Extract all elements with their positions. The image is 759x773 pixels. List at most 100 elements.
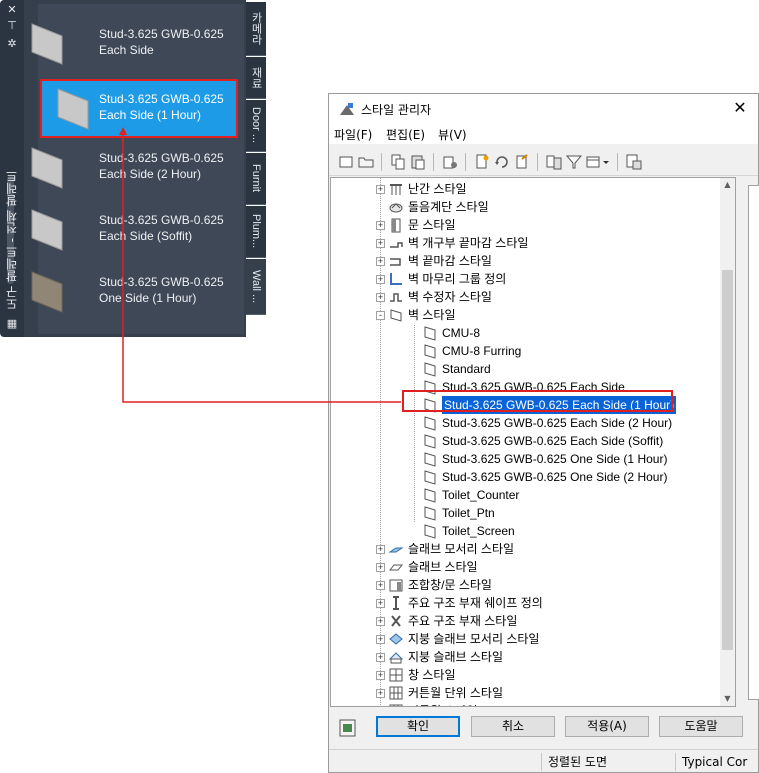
tree-item[interactable]: Toilet_Ptn — [331, 504, 721, 522]
palette-item[interactable]: Stud-3.625 GWB-0.625 Each Side (Soffit) — [16, 200, 238, 259]
tree-item[interactable]: +커튼월 스타일 — [331, 702, 721, 706]
menu-edit[interactable]: 편집(E) — [386, 126, 425, 143]
scroll-down-icon[interactable]: ▼ — [720, 692, 735, 706]
menu-view[interactable]: 뷰(V) — [438, 126, 467, 143]
wall-style-icon — [424, 452, 436, 467]
wall-style-icon — [424, 434, 436, 449]
dialog-title-bar[interactable]: 스타일 관리자 ✕ — [329, 94, 758, 124]
help-button[interactable]: 도움말 — [659, 716, 743, 737]
tab-materials[interactable]: 재료 — [246, 57, 266, 99]
wall-style-icon — [31, 209, 63, 251]
open-folder-icon[interactable] — [357, 153, 375, 171]
tool-palette: ✕ ⊤ ✲ 도구 팔레트 - 전체 팔레트 ▦ Stud-3.625 GWB-0… — [0, 0, 268, 337]
tree-item[interactable]: CMU-8 — [331, 324, 721, 342]
wall-endcap-icon — [390, 258, 401, 266]
cancel-button[interactable]: 취소 — [471, 716, 555, 737]
expand-icon[interactable]: + — [376, 545, 385, 554]
expand-icon[interactable]: + — [376, 185, 385, 194]
inline-edit-icon[interactable] — [625, 153, 643, 171]
tree-item[interactable]: CMU-8 Furring — [331, 342, 721, 360]
wall-style-icon — [424, 524, 436, 539]
expand-icon[interactable]: + — [376, 581, 385, 590]
expand-icon[interactable]: + — [376, 275, 385, 284]
palette-item-selected[interactable]: Stud-3.625 GWB-0.625 Each Side (1 Hour) — [40, 79, 238, 138]
scroll-thumb[interactable] — [722, 270, 733, 650]
tree-item[interactable]: Stud-3.625 GWB-0.625 Each Side (2 Hour) — [331, 414, 721, 432]
tree-item[interactable]: + 창 스타일 — [331, 666, 721, 684]
tab-plumbing[interactable]: Plum... — [246, 206, 266, 258]
new-drawing-icon[interactable] — [337, 153, 355, 171]
tree-item[interactable]: + 커튼월 단위 스타일 — [331, 684, 721, 702]
highlight-box — [402, 390, 673, 412]
tree-item[interactable]: + 벽 마무리 그룹 정의 — [331, 270, 721, 288]
tree-item-label: CMU-8 Furring — [442, 344, 522, 358]
wall-style-icon — [424, 344, 436, 359]
palette-item[interactable]: Stud-3.625 GWB-0.625 One Side (1 Hour) — [16, 262, 238, 321]
tree-item[interactable]: Stud-3.625 GWB-0.625 One Side (1 Hour) — [331, 450, 721, 468]
expand-icon[interactable]: + — [376, 653, 385, 662]
tree-item[interactable]: + 지붕 슬래브 스타일 — [331, 648, 721, 666]
expand-icon[interactable]: + — [376, 671, 385, 680]
collapse-icon[interactable]: - — [376, 311, 385, 320]
copy-icon[interactable] — [389, 153, 407, 171]
edit-style-icon[interactable] — [513, 153, 531, 171]
menu-file[interactable]: 파일(F) — [334, 126, 372, 143]
tree-item[interactable]: + 주요 구조 부재 쉐이프 정의 — [331, 594, 721, 612]
ok-button[interactable]: 확인 — [376, 716, 460, 737]
tree-item[interactable]: + 조합창/문 스타일 — [331, 576, 721, 594]
apply-button[interactable]: 적용(A) — [565, 716, 649, 737]
expand-icon[interactable]: + — [376, 257, 385, 266]
paste-icon[interactable] — [409, 153, 427, 171]
scroll-up-icon[interactable]: ▲ — [720, 178, 735, 192]
palette-item[interactable]: Stud-3.625 GWB-0.625 Each Side (2 Hour) — [16, 138, 238, 197]
tree-item[interactable]: + 주요 구조 부재 스타일 — [331, 612, 721, 630]
tree-item[interactable]: - 벽 스타일 — [331, 306, 721, 324]
tree-item[interactable]: Toilet_Screen — [331, 522, 721, 540]
expand-icon[interactable]: + — [376, 635, 385, 644]
tree-item[interactable]: + 벽 수정자 스타일 — [331, 288, 721, 306]
expand-icon[interactable]: + — [376, 599, 385, 608]
tree-item[interactable]: 돌음계단 스타일 — [331, 198, 721, 216]
status-sorted-drawing: 정렬된 도면 — [541, 753, 675, 771]
tree-item[interactable]: + 슬래브 스타일 — [331, 558, 721, 576]
expand-icon[interactable]: + — [376, 239, 385, 248]
tree-item[interactable]: + 지붕 슬래브 모서리 스타일 — [331, 630, 721, 648]
tree-item-label: CMU-8 — [442, 326, 480, 340]
purge-icon[interactable] — [441, 153, 459, 171]
drawing-icon[interactable] — [339, 718, 357, 738]
properties-pane — [738, 177, 759, 707]
tree-item[interactable]: + 벽 개구부 끝마감 스타일 — [331, 234, 721, 252]
filter-icon[interactable] — [565, 153, 583, 171]
tree-item[interactable]: Toilet_Counter — [331, 486, 721, 504]
tree-item-label: Standard — [442, 362, 491, 376]
tab-door[interactable]: Door ... — [246, 100, 266, 152]
set-from-icon[interactable] — [493, 153, 511, 171]
member-shape-icon — [393, 596, 399, 610]
style-tree[interactable]: + 난간 스타일 돌음계단 스타일 + 문 스타일 + 벽 개구부 끝마감 스타일 + 벽 끝마… — [330, 177, 736, 707]
tree-item[interactable]: + 슬래브 모서리 스타일 — [331, 540, 721, 558]
tree-item[interactable]: Standard — [331, 360, 721, 378]
tree-item-label: 창 스타일 — [408, 668, 456, 682]
tree-scrollbar[interactable]: ▲ ▼ — [720, 178, 735, 706]
tree-item[interactable]: + 문 스타일 — [331, 216, 721, 234]
tab-camera[interactable]: 카메라 — [246, 2, 266, 56]
tree-item-label: 벽 수정자 스타일 — [408, 290, 492, 304]
expand-icon[interactable]: + — [376, 221, 385, 230]
tree-item[interactable]: Stud-3.625 GWB-0.625 Each Side (Soffit) — [331, 432, 721, 450]
tree-item[interactable]: Stud-3.625 GWB-0.625 One Side (2 Hour) — [331, 468, 721, 486]
chevron-down-icon[interactable] — [601, 153, 611, 171]
palette-item[interactable]: Stud-3.625 GWB-0.625 Each Side — [16, 14, 238, 73]
toggle-view-icon[interactable] — [545, 153, 563, 171]
tab-furniture[interactable]: Furnit — [246, 153, 266, 205]
expand-icon[interactable]: + — [376, 689, 385, 698]
expand-icon[interactable]: + — [376, 293, 385, 302]
tree-item[interactable]: + 난간 스타일 — [331, 180, 721, 198]
tab-wall[interactable]: Wall ... — [246, 259, 266, 315]
tree-item[interactable]: + 벽 끝마감 스타일 — [331, 252, 721, 270]
close-button[interactable]: ✕ — [730, 98, 750, 118]
expand-icon[interactable]: + — [376, 563, 385, 572]
tree-item-label: 주요 구조 부재 스타일 — [408, 614, 518, 628]
wall-style-icon — [424, 326, 436, 341]
new-style-icon[interactable] — [473, 153, 491, 171]
expand-icon[interactable]: + — [376, 617, 385, 626]
